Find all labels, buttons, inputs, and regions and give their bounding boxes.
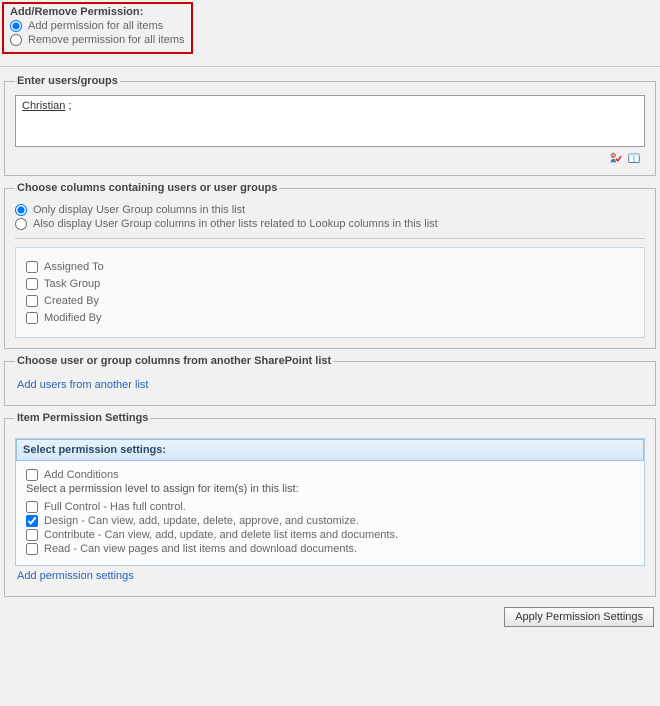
- divider: [15, 238, 645, 239]
- permission-settings-box: Select permission settings: Add Conditio…: [15, 438, 645, 566]
- column-checkbox-modified-by[interactable]: Modified By: [26, 312, 634, 324]
- enter-users-legend: Enter users/groups: [15, 75, 120, 87]
- perm-level-label: Contribute - Can view, add, update, and …: [44, 529, 398, 541]
- column-checkbox-created-by[interactable]: Created By: [26, 295, 634, 307]
- add-users-another-list-link[interactable]: Add users from another list: [15, 375, 150, 395]
- apply-permission-settings-button[interactable]: Apply Permission Settings: [504, 607, 654, 627]
- columns-list-box: Assigned To Task Group Created By Modifi…: [15, 247, 645, 338]
- radio-remove-permission-input[interactable]: [10, 34, 22, 46]
- perm-level-read[interactable]: Read - Can view pages and list items and…: [26, 543, 634, 555]
- radio-scope-lookup-input[interactable]: [15, 218, 27, 230]
- another-list-fieldset: Choose user or group columns from anothe…: [4, 355, 656, 406]
- enter-users-fieldset: Enter users/groups Christian ;: [4, 75, 656, 176]
- perm-level-contribute[interactable]: Contribute - Can view, add, update, and …: [26, 529, 634, 541]
- permission-prompt: Select a permission level to assign for …: [26, 483, 634, 495]
- browse-icon[interactable]: [627, 151, 641, 165]
- radio-add-permission-input[interactable]: [10, 20, 22, 32]
- column-checkbox-task-group[interactable]: Task Group: [26, 278, 634, 290]
- add-conditions-label: Add Conditions: [44, 469, 119, 481]
- radio-scope-this-list[interactable]: Only display User Group columns in this …: [15, 204, 645, 216]
- check-names-icon[interactable]: [608, 151, 622, 165]
- user-entry: Christian: [22, 100, 65, 112]
- column-checkbox-input[interactable]: [26, 261, 38, 273]
- user-entry-suffix: ;: [65, 100, 71, 112]
- radio-add-permission[interactable]: Add permission for all items: [10, 20, 185, 32]
- radio-remove-label: Remove permission for all items: [28, 34, 185, 46]
- column-label: Modified By: [44, 312, 101, 324]
- perm-level-full-control[interactable]: Full Control - Has full control.: [26, 501, 634, 513]
- radio-remove-permission[interactable]: Remove permission for all items: [10, 34, 185, 46]
- perm-level-input[interactable]: [26, 501, 38, 513]
- column-checkbox-input[interactable]: [26, 278, 38, 290]
- radio-scope-this-list-input[interactable]: [15, 204, 27, 216]
- radio-add-label: Add permission for all items: [28, 20, 163, 32]
- column-label: Task Group: [44, 278, 100, 290]
- divider: [0, 66, 660, 67]
- add-conditions-checkbox[interactable]: Add Conditions: [26, 469, 634, 481]
- add-permission-settings-link[interactable]: Add permission settings: [15, 566, 136, 586]
- select-permission-header: Select permission settings:: [16, 439, 644, 461]
- radio-scope-lookup[interactable]: Also display User Group columns in other…: [15, 218, 645, 230]
- perm-level-design[interactable]: Design - Can view, add, update, delete, …: [26, 515, 634, 527]
- perm-level-label: Full Control - Has full control.: [44, 501, 186, 513]
- perm-level-input[interactable]: [26, 515, 38, 527]
- item-permission-fieldset: Item Permission Settings Select permissi…: [4, 412, 656, 597]
- users-groups-input[interactable]: Christian ;: [15, 95, 645, 147]
- add-remove-title: Add/Remove Permission:: [10, 6, 185, 18]
- radio-scope-lookup-label: Also display User Group columns in other…: [33, 218, 438, 230]
- choose-columns-fieldset: Choose columns containing users or user …: [4, 182, 656, 349]
- another-list-legend: Choose user or group columns from anothe…: [15, 355, 333, 367]
- perm-level-label: Read - Can view pages and list items and…: [44, 543, 357, 555]
- column-label: Assigned To: [44, 261, 104, 273]
- perm-level-label: Design - Can view, add, update, delete, …: [44, 515, 359, 527]
- column-checkbox-input[interactable]: [26, 312, 38, 324]
- add-remove-permission-box: Add/Remove Permission: Add permission fo…: [2, 2, 193, 54]
- choose-columns-legend: Choose columns containing users or user …: [15, 182, 279, 194]
- add-conditions-input[interactable]: [26, 469, 38, 481]
- column-checkbox-input[interactable]: [26, 295, 38, 307]
- radio-scope-this-list-label: Only display User Group columns in this …: [33, 204, 245, 216]
- item-permission-legend: Item Permission Settings: [15, 412, 150, 424]
- column-checkbox-assigned-to[interactable]: Assigned To: [26, 261, 634, 273]
- column-label: Created By: [44, 295, 99, 307]
- perm-level-input[interactable]: [26, 529, 38, 541]
- perm-level-input[interactable]: [26, 543, 38, 555]
